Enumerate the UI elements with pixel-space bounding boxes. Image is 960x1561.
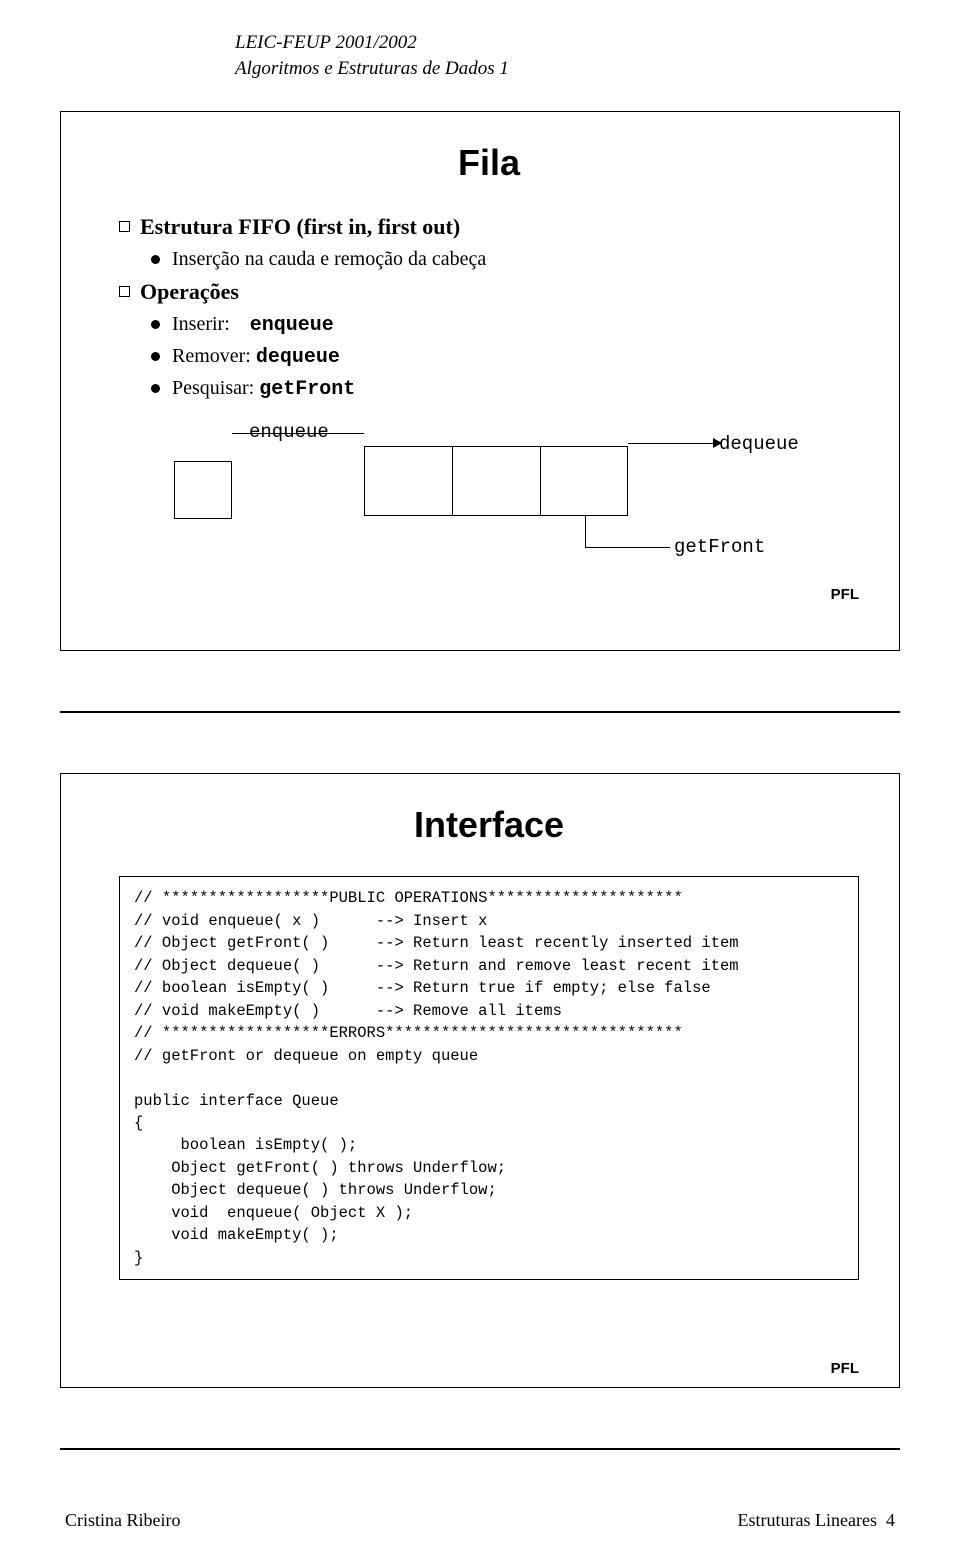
bullet-text: Operações (140, 279, 239, 305)
diagram-separator (540, 446, 541, 516)
slide-title: Interface (119, 804, 859, 846)
slide-title: Fila (119, 142, 859, 184)
diagram-line (232, 433, 364, 434)
bullet-text: Inserção na cauda e remoção da cabeça (172, 248, 486, 271)
footer-author: Cristina Ribeiro (65, 1510, 181, 1531)
op-line: Inserir: enqueue (172, 313, 334, 337)
header-line-1: LEIC-FEUP 2001/2002 (235, 30, 900, 56)
bullet-text: Estrutura FIFO (first in, first out) (140, 214, 460, 240)
page-container: LEIC-FEUP 2001/2002 Algoritmos e Estrutu… (0, 0, 960, 1561)
diagram-line (585, 547, 670, 548)
op-cmd: dequeue (256, 346, 340, 369)
sub-bullet-insercao: Inserção na cauda e remoção da cabeça (151, 248, 859, 271)
slide-interface: Interface // ******************PUBLIC OP… (60, 773, 900, 1388)
diagram-line (585, 516, 586, 547)
square-bullet-icon (119, 286, 130, 297)
diagram-label-dequeue: dequeue (719, 433, 799, 455)
diagram-label-enqueue: enqueue (249, 421, 329, 443)
dot-bullet-icon (151, 255, 160, 264)
op-cmd: getFront (259, 378, 355, 401)
op-cmd: enqueue (250, 314, 334, 337)
slide-divider (60, 1448, 900, 1450)
op-line: Remover: dequeue (172, 345, 340, 369)
diagram-queue-rect (364, 446, 628, 516)
op-pesquisar: Pesquisar: getFront (151, 377, 859, 401)
footer-topic: Estruturas Lineares (738, 1510, 877, 1530)
op-line: Pesquisar: getFront (172, 377, 355, 401)
page-footer: Cristina Ribeiro Estruturas Lineares 4 (60, 1510, 900, 1531)
diagram-label-getfront: getFront (674, 536, 765, 558)
slide-tag: PFL (119, 1360, 859, 1377)
header-line-2: Algoritmos e Estruturas de Dados 1 (235, 56, 900, 82)
diagram-line (628, 443, 713, 444)
code-block: // ******************PUBLIC OPERATIONS**… (119, 876, 859, 1280)
diagram-new-item-box (174, 461, 232, 519)
dot-bullet-icon (151, 352, 160, 361)
queue-diagram: enqueue dequeue getFront (119, 421, 839, 576)
slide-tag: PFL (119, 586, 859, 603)
bullet-fifo: Estrutura FIFO (first in, first out) (119, 214, 859, 240)
op-remover: Remover: dequeue (151, 345, 859, 369)
arrow-right-icon (713, 438, 722, 448)
slide-fila: Fila Estrutura FIFO (first in, first out… (60, 111, 900, 651)
footer-page-number: 4 (886, 1510, 895, 1530)
dot-bullet-icon (151, 384, 160, 393)
op-inserir: Inserir: enqueue (151, 313, 859, 337)
slide-divider (60, 711, 900, 713)
footer-right: Estruturas Lineares 4 (738, 1510, 895, 1531)
dot-bullet-icon (151, 320, 160, 329)
diagram-separator (452, 446, 453, 516)
op-label: Inserir: (172, 313, 230, 335)
op-label: Remover: (172, 345, 251, 367)
bullet-operacoes: Operações (119, 279, 859, 305)
square-bullet-icon (119, 221, 130, 232)
document-header: LEIC-FEUP 2001/2002 Algoritmos e Estrutu… (235, 30, 900, 81)
op-label: Pesquisar: (172, 377, 254, 399)
